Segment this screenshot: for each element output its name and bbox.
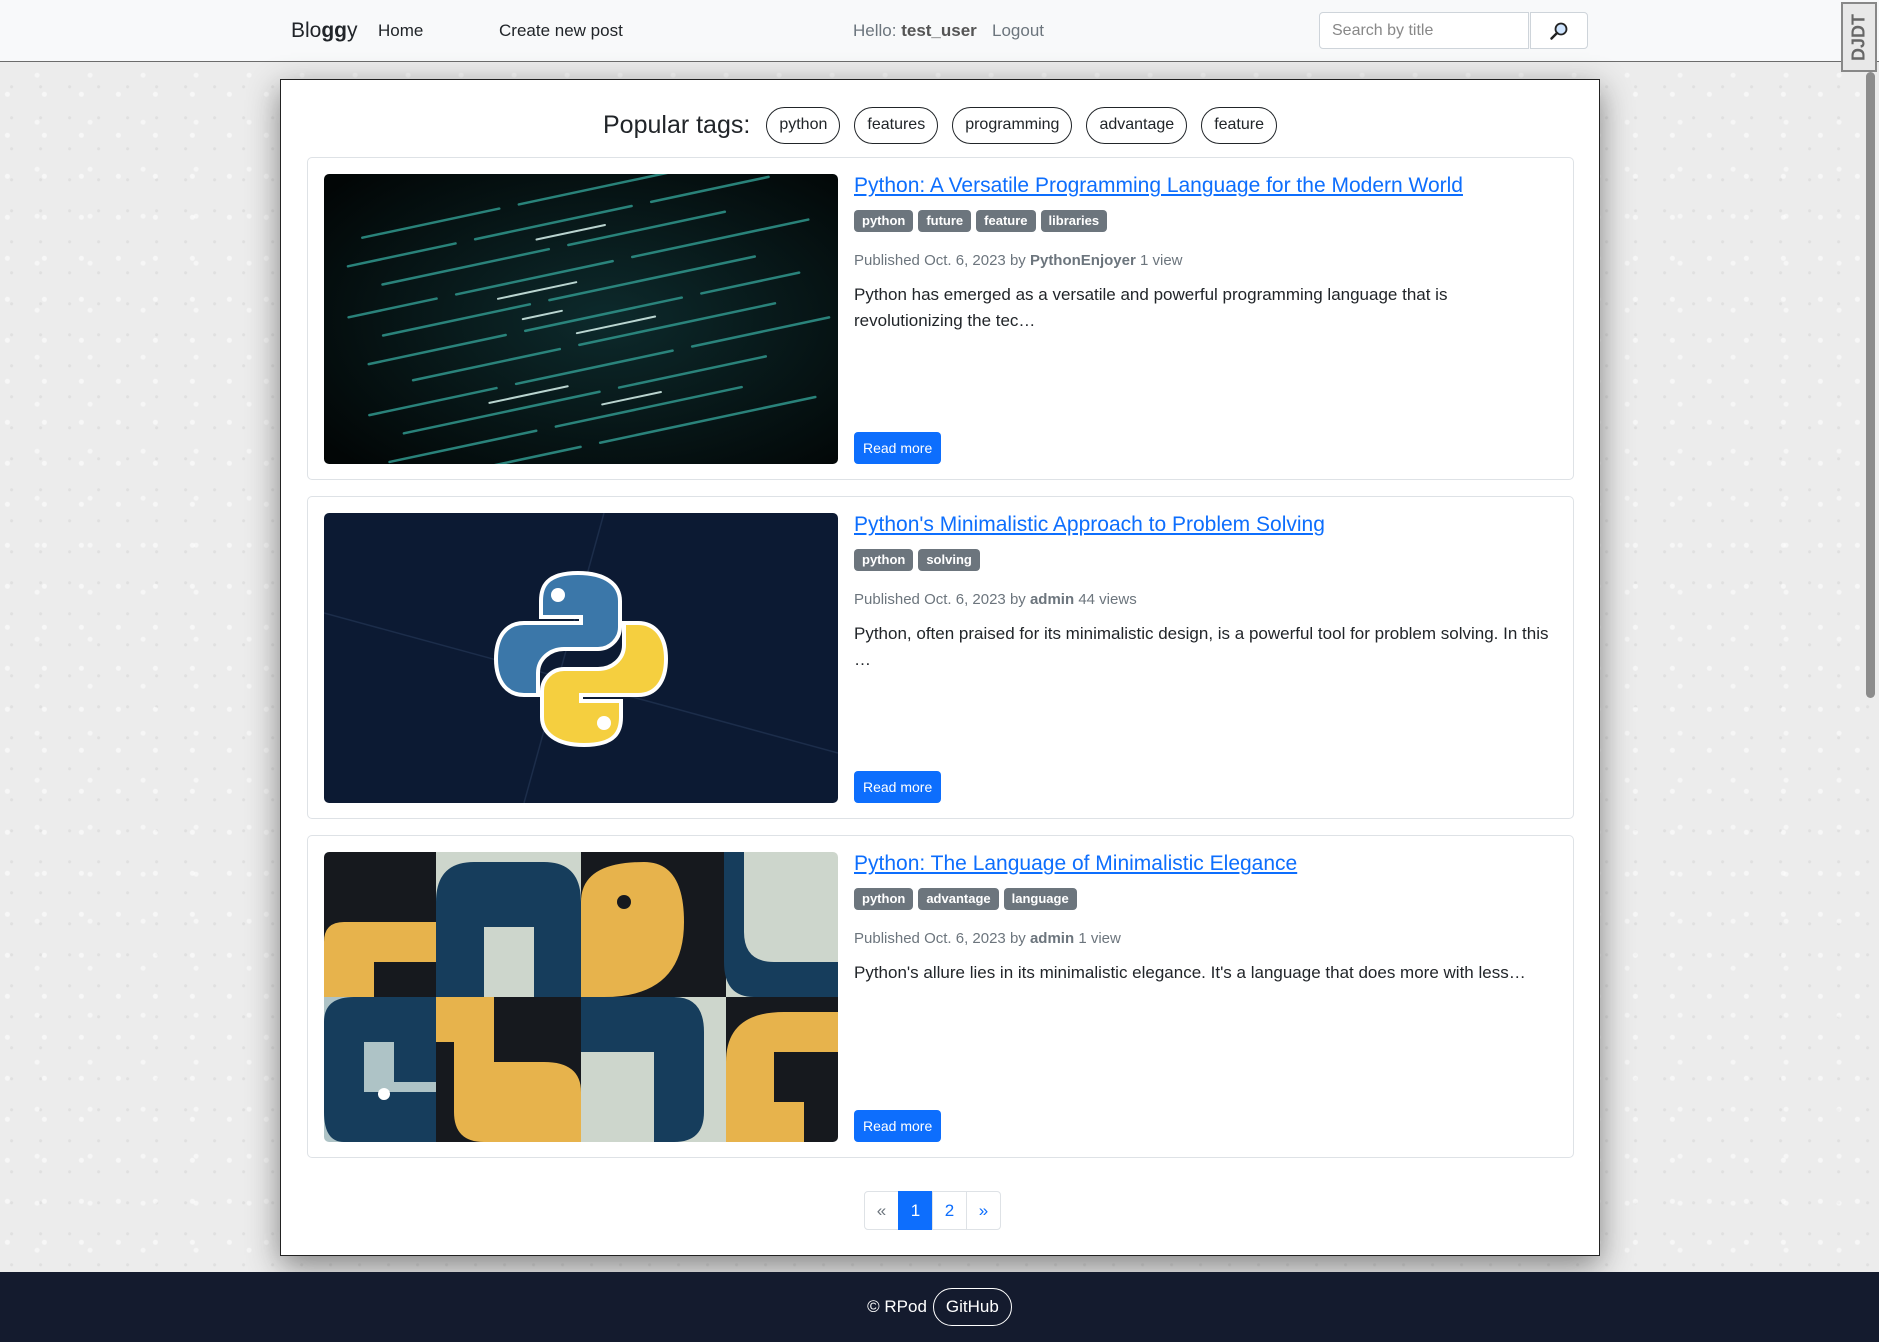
python-logo-image[interactable] bbox=[324, 513, 838, 803]
popular-tags-bar: Popular tags: python features programmin… bbox=[281, 105, 1599, 145]
popular-tag-advantage[interactable]: advantage bbox=[1086, 106, 1188, 144]
search-icon bbox=[1550, 22, 1568, 40]
brand-text-end: y bbox=[347, 19, 358, 42]
by-label: by bbox=[1009, 930, 1026, 947]
post-tags: python advantage language bbox=[854, 888, 1077, 910]
github-link[interactable]: GitHub bbox=[932, 1288, 1012, 1326]
post-views: 1 view bbox=[1140, 252, 1183, 269]
post-author: PythonEnjoyer bbox=[1029, 252, 1136, 269]
brand-text-start: Blo bbox=[291, 19, 322, 42]
greeting-label: Hello: bbox=[853, 21, 897, 40]
popular-tag-python[interactable]: python bbox=[766, 106, 841, 144]
read-more-button[interactable]: Read more bbox=[854, 1110, 942, 1142]
footer: © RPod GitHub bbox=[0, 1272, 1879, 1342]
code-screen-image[interactable] bbox=[324, 174, 838, 464]
popular-tag-feature[interactable]: feature bbox=[1201, 106, 1277, 144]
post-tag-badge[interactable]: feature bbox=[976, 210, 1036, 232]
read-more-button[interactable]: Read more bbox=[854, 771, 942, 803]
search-button[interactable] bbox=[1530, 12, 1588, 49]
post-excerpt: Python has emerged as a versatile and po… bbox=[854, 285, 1448, 330]
post-card: Python: A Versatile Programming Language… bbox=[307, 157, 1574, 480]
post-title-link[interactable]: Python: A Versatile Programming Language… bbox=[854, 174, 1463, 198]
post-card: Python: The Language of Minimalistic Ele… bbox=[307, 835, 1574, 1158]
post-excerpt: Python's allure lies in its minimalistic… bbox=[854, 963, 1526, 982]
post-meta: Published Oct. 6, 2023 by admin 1 view bbox=[854, 930, 1121, 947]
by-label: by bbox=[1009, 591, 1026, 608]
pagination-prev[interactable]: « bbox=[864, 1191, 899, 1230]
published-label: Published bbox=[854, 591, 920, 608]
post-tag-badge[interactable]: libraries bbox=[1040, 210, 1108, 232]
copyright-text: © RPod bbox=[867, 1297, 927, 1316]
post-views: 1 view bbox=[1078, 930, 1121, 947]
popular-tag-programming[interactable]: programming bbox=[952, 106, 1073, 144]
post-tag-badge[interactable]: advantage bbox=[918, 888, 999, 910]
post-author: admin bbox=[1029, 930, 1075, 947]
python-pattern-image[interactable] bbox=[324, 852, 838, 1142]
brand-logo[interactable]: Bloggy bbox=[291, 19, 358, 43]
nav-create-post-link[interactable]: Create new post bbox=[499, 21, 623, 41]
pagination: « 1 2 » bbox=[864, 1191, 1001, 1230]
search-input[interactable] bbox=[1319, 12, 1529, 49]
read-more-button[interactable]: Read more bbox=[854, 432, 942, 464]
post-date: Oct. 6, 2023 bbox=[924, 252, 1006, 269]
main-panel: Popular tags: python features programmin… bbox=[280, 79, 1600, 1256]
post-date: Oct. 6, 2023 bbox=[924, 930, 1006, 947]
popular-tags-title: Popular tags: bbox=[603, 110, 751, 139]
post-tag-badge[interactable]: python bbox=[854, 549, 914, 571]
post-title-link[interactable]: Python: The Language of Minimalistic Ele… bbox=[854, 852, 1297, 876]
post-tags: python solving bbox=[854, 549, 980, 571]
pagination-page-1[interactable]: 1 bbox=[898, 1191, 933, 1230]
post-author: admin bbox=[1029, 591, 1075, 608]
post-tag-badge[interactable]: future bbox=[918, 210, 972, 232]
post-title-link[interactable]: Python's Minimalistic Approach to Proble… bbox=[854, 513, 1325, 537]
pagination-page-2[interactable]: 2 bbox=[932, 1191, 967, 1230]
navbar: Bloggy Home Create new post Hello: test_… bbox=[0, 0, 1879, 62]
greeting: Hello: test_user bbox=[853, 21, 977, 41]
pagination-next[interactable]: » bbox=[966, 1191, 1001, 1230]
post-views: 44 views bbox=[1078, 591, 1137, 608]
by-label: by bbox=[1009, 252, 1026, 269]
post-tag-badge[interactable]: solving bbox=[918, 549, 980, 571]
post-tags: python future feature libraries bbox=[854, 210, 1108, 232]
post-tag-badge[interactable]: python bbox=[854, 210, 914, 232]
debug-toolbar-toggle[interactable]: DJDT bbox=[1841, 2, 1877, 72]
published-label: Published bbox=[854, 252, 920, 269]
logout-link[interactable]: Logout bbox=[992, 21, 1044, 41]
page-scrollbar[interactable] bbox=[1866, 72, 1875, 698]
username: test_user bbox=[901, 21, 977, 40]
nav-home-link[interactable]: Home bbox=[378, 21, 423, 41]
post-meta: Published Oct. 6, 2023 by PythonEnjoyer … bbox=[854, 252, 1183, 269]
brand-text-bold: gg bbox=[321, 19, 348, 42]
post-meta: Published Oct. 6, 2023 by admin 44 views bbox=[854, 591, 1137, 608]
popular-tag-features[interactable]: features bbox=[854, 106, 939, 144]
post-excerpt: Python, often praised for its minimalist… bbox=[854, 624, 1549, 669]
published-label: Published bbox=[854, 930, 920, 947]
post-card: Python's Minimalistic Approach to Proble… bbox=[307, 496, 1574, 819]
post-date: Oct. 6, 2023 bbox=[924, 591, 1006, 608]
post-tag-badge[interactable]: language bbox=[1003, 888, 1077, 910]
post-tag-badge[interactable]: python bbox=[854, 888, 914, 910]
